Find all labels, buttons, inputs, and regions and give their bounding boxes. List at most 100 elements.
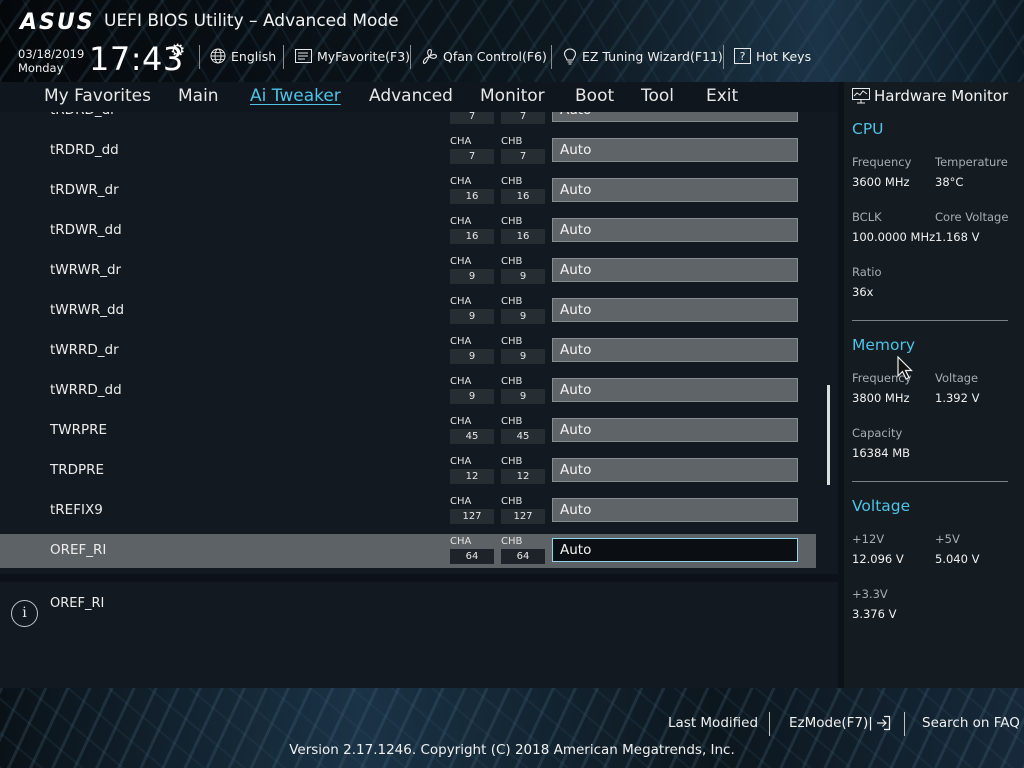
setting-row[interactable]: tRDRD_dd CHA 7 CHB 7 Auto [0,134,816,168]
channel-chb-label: CHB [501,256,523,267]
section-divider [852,320,1008,321]
channel-cha-label: CHA [450,456,472,467]
setting-row[interactable]: tRDRD_drCHA7CHB7Auto [0,112,816,128]
setting-value-input[interactable]: Auto [552,112,798,122]
setting-value-input[interactable]: Auto [552,418,798,442]
setting-label: tREFIX9 [50,502,103,518]
cpu-temperature-value: 38°C [935,175,964,189]
date-block: 03/18/2019 Monday [18,47,84,75]
channel-cha-value: 7 [450,149,494,164]
setting-row[interactable]: tWRWR_dd CHA 9 CHB 9 Auto [0,294,816,328]
tab-exit[interactable]: Exit [706,86,738,106]
setting-row[interactable]: tWRWR_dr CHA 9 CHB 9 Auto [0,254,816,288]
myfavorite-label: MyFavorite(F3) [317,48,411,64]
toolbar-divider [283,45,284,69]
channel-cha-label: CHA [450,416,472,427]
setting-value-input[interactable]: Auto [552,458,798,482]
hot-keys-label: Hot Keys [756,48,812,64]
setting-label: tRDWR_dd [50,222,122,238]
tab-ai-tweaker[interactable]: Ai Tweaker [250,86,341,106]
setting-value-input[interactable]: Auto [552,378,798,402]
channel-chb-label: CHB [501,136,523,147]
search-faq-button[interactable]: Search on FAQ [922,715,1020,731]
language-label: English [231,48,277,64]
hardware-monitor-panel: Hardware Monitor CPU Frequency 3600 MHz … [844,82,1024,688]
myfavorite-button[interactable]: MyFavorite(F3) [295,47,410,65]
svg-text:?: ? [740,50,746,63]
core-voltage-value: 1.168 V [935,230,980,244]
channel-chb-label: CHB [501,296,523,307]
channel-cha-value: 9 [450,349,494,364]
settings-list[interactable]: tRDRD_dr CHA 7 CHB 7 Auto tRDRD_dd CHA 7 CHB 7 Auto… [0,112,838,574]
ezmode-button[interactable]: EzMode(F7)| [789,715,891,731]
v33-label: +3.3V [852,587,888,601]
fan-icon [421,48,438,65]
help-panel: i OREF_RI [0,582,838,688]
memory-voltage-value: 1.392 V [935,391,980,405]
channel-chb-value: 9 [501,389,545,404]
setting-label: tWRWR_dr [50,262,122,278]
setting-row[interactable]: tRDWR_dr CHA 16 CHB 16 Auto [0,174,816,208]
setting-label: tWRRD_dr [50,342,119,358]
scrollbar-thumb[interactable] [827,385,830,485]
toolbar-divider [723,45,724,69]
setting-value-input[interactable]: Auto [552,498,798,522]
tab-advanced[interactable]: Advanced [369,86,453,106]
channel-chb-value: 12 [501,469,545,484]
channel-cha-value: 45 [450,429,494,444]
tab-my-favorites[interactable]: My Favorites [44,86,151,106]
setting-row[interactable]: tWRRD_dd CHA 9 CHB 9 Auto [0,374,816,408]
channel-cha-value: 64 [450,549,494,564]
hardware-monitor-label: Hardware Monitor [874,87,1009,105]
tab-main[interactable]: Main [178,86,219,106]
tab-tool[interactable]: Tool [641,86,674,106]
channel-cha-value: 7 [450,112,494,124]
setting-row[interactable]: OREF_RI CHA 64 CHB 64 Auto [0,534,816,568]
hardware-monitor-title: Hardware Monitor [852,87,1008,105]
setting-value-input[interactable]: Auto [552,298,798,322]
ez-tuning-label: EZ Tuning Wizard(F11) [582,48,723,64]
setting-row[interactable]: tWRRD_dr CHA 9 CHB 9 Auto [0,334,816,368]
setting-value-input[interactable]: Auto [552,338,798,362]
language-button[interactable]: English [210,47,276,65]
channel-cha-label: CHA [450,536,472,547]
channel-cha-value: 127 [450,509,494,524]
channel-chb-value: 9 [501,309,545,324]
qfan-label: Qfan Control(F6) [443,48,547,64]
channel-chb-label: CHB [501,496,523,507]
setting-value-input[interactable]: Auto [552,178,798,202]
v12-value: 12.096 V [852,552,904,566]
setting-row[interactable]: TRDPRE CHA 12 CHB 12 Auto [0,454,816,488]
setting-value-input[interactable]: Auto [552,258,798,282]
favorite-list-icon [295,49,312,63]
setting-row[interactable]: tREFIX9 CHA 127 CHB 127 Auto [0,494,816,528]
setting-label: tRDRD_dr [50,112,116,118]
setting-label: TWRPRE [50,422,108,438]
setting-row[interactable]: tRDWR_dd CHA 16 CHB 16 Auto [0,214,816,248]
bclk-value: 100.0000 MHz [852,230,936,244]
last-modified-button[interactable]: Last Modified [668,715,758,731]
setting-value-input[interactable]: Auto [552,218,798,242]
setting-value-input[interactable]: Auto [552,538,798,562]
tab-monitor[interactable]: Monitor [480,86,545,106]
setting-row[interactable]: TWRPRE CHA 45 CHB 45 Auto [0,414,816,448]
main-menu-bar: My Favorites Main Ai Tweaker Advanced Mo… [0,82,838,112]
cpu-frequency-value: 3600 MHz [852,175,910,189]
qfan-control-button[interactable]: Qfan Control(F6) [421,47,547,65]
hot-keys-button[interactable]: ? Hot Keys [734,47,811,65]
v5-value: 5.040 V [935,552,980,566]
channel-cha-value: 12 [450,469,494,484]
lightbulb-icon [563,47,577,65]
ez-tuning-wizard-button[interactable]: EZ Tuning Wizard(F11) [563,47,723,65]
clock-settings-gear-icon[interactable]: ⚙ [170,41,185,61]
v12-label: +12V [852,532,885,546]
footer-divider [904,712,905,736]
help-text: OREF_RI [50,596,105,611]
tab-boot[interactable]: Boot [575,86,614,106]
channel-cha-value: 9 [450,309,494,324]
footer-divider [769,712,770,736]
channel-cha-label: CHA [450,136,472,147]
channel-chb-value: 16 [501,229,545,244]
asus-logo: ASUS [20,10,95,35]
setting-value-input[interactable]: Auto [552,138,798,162]
